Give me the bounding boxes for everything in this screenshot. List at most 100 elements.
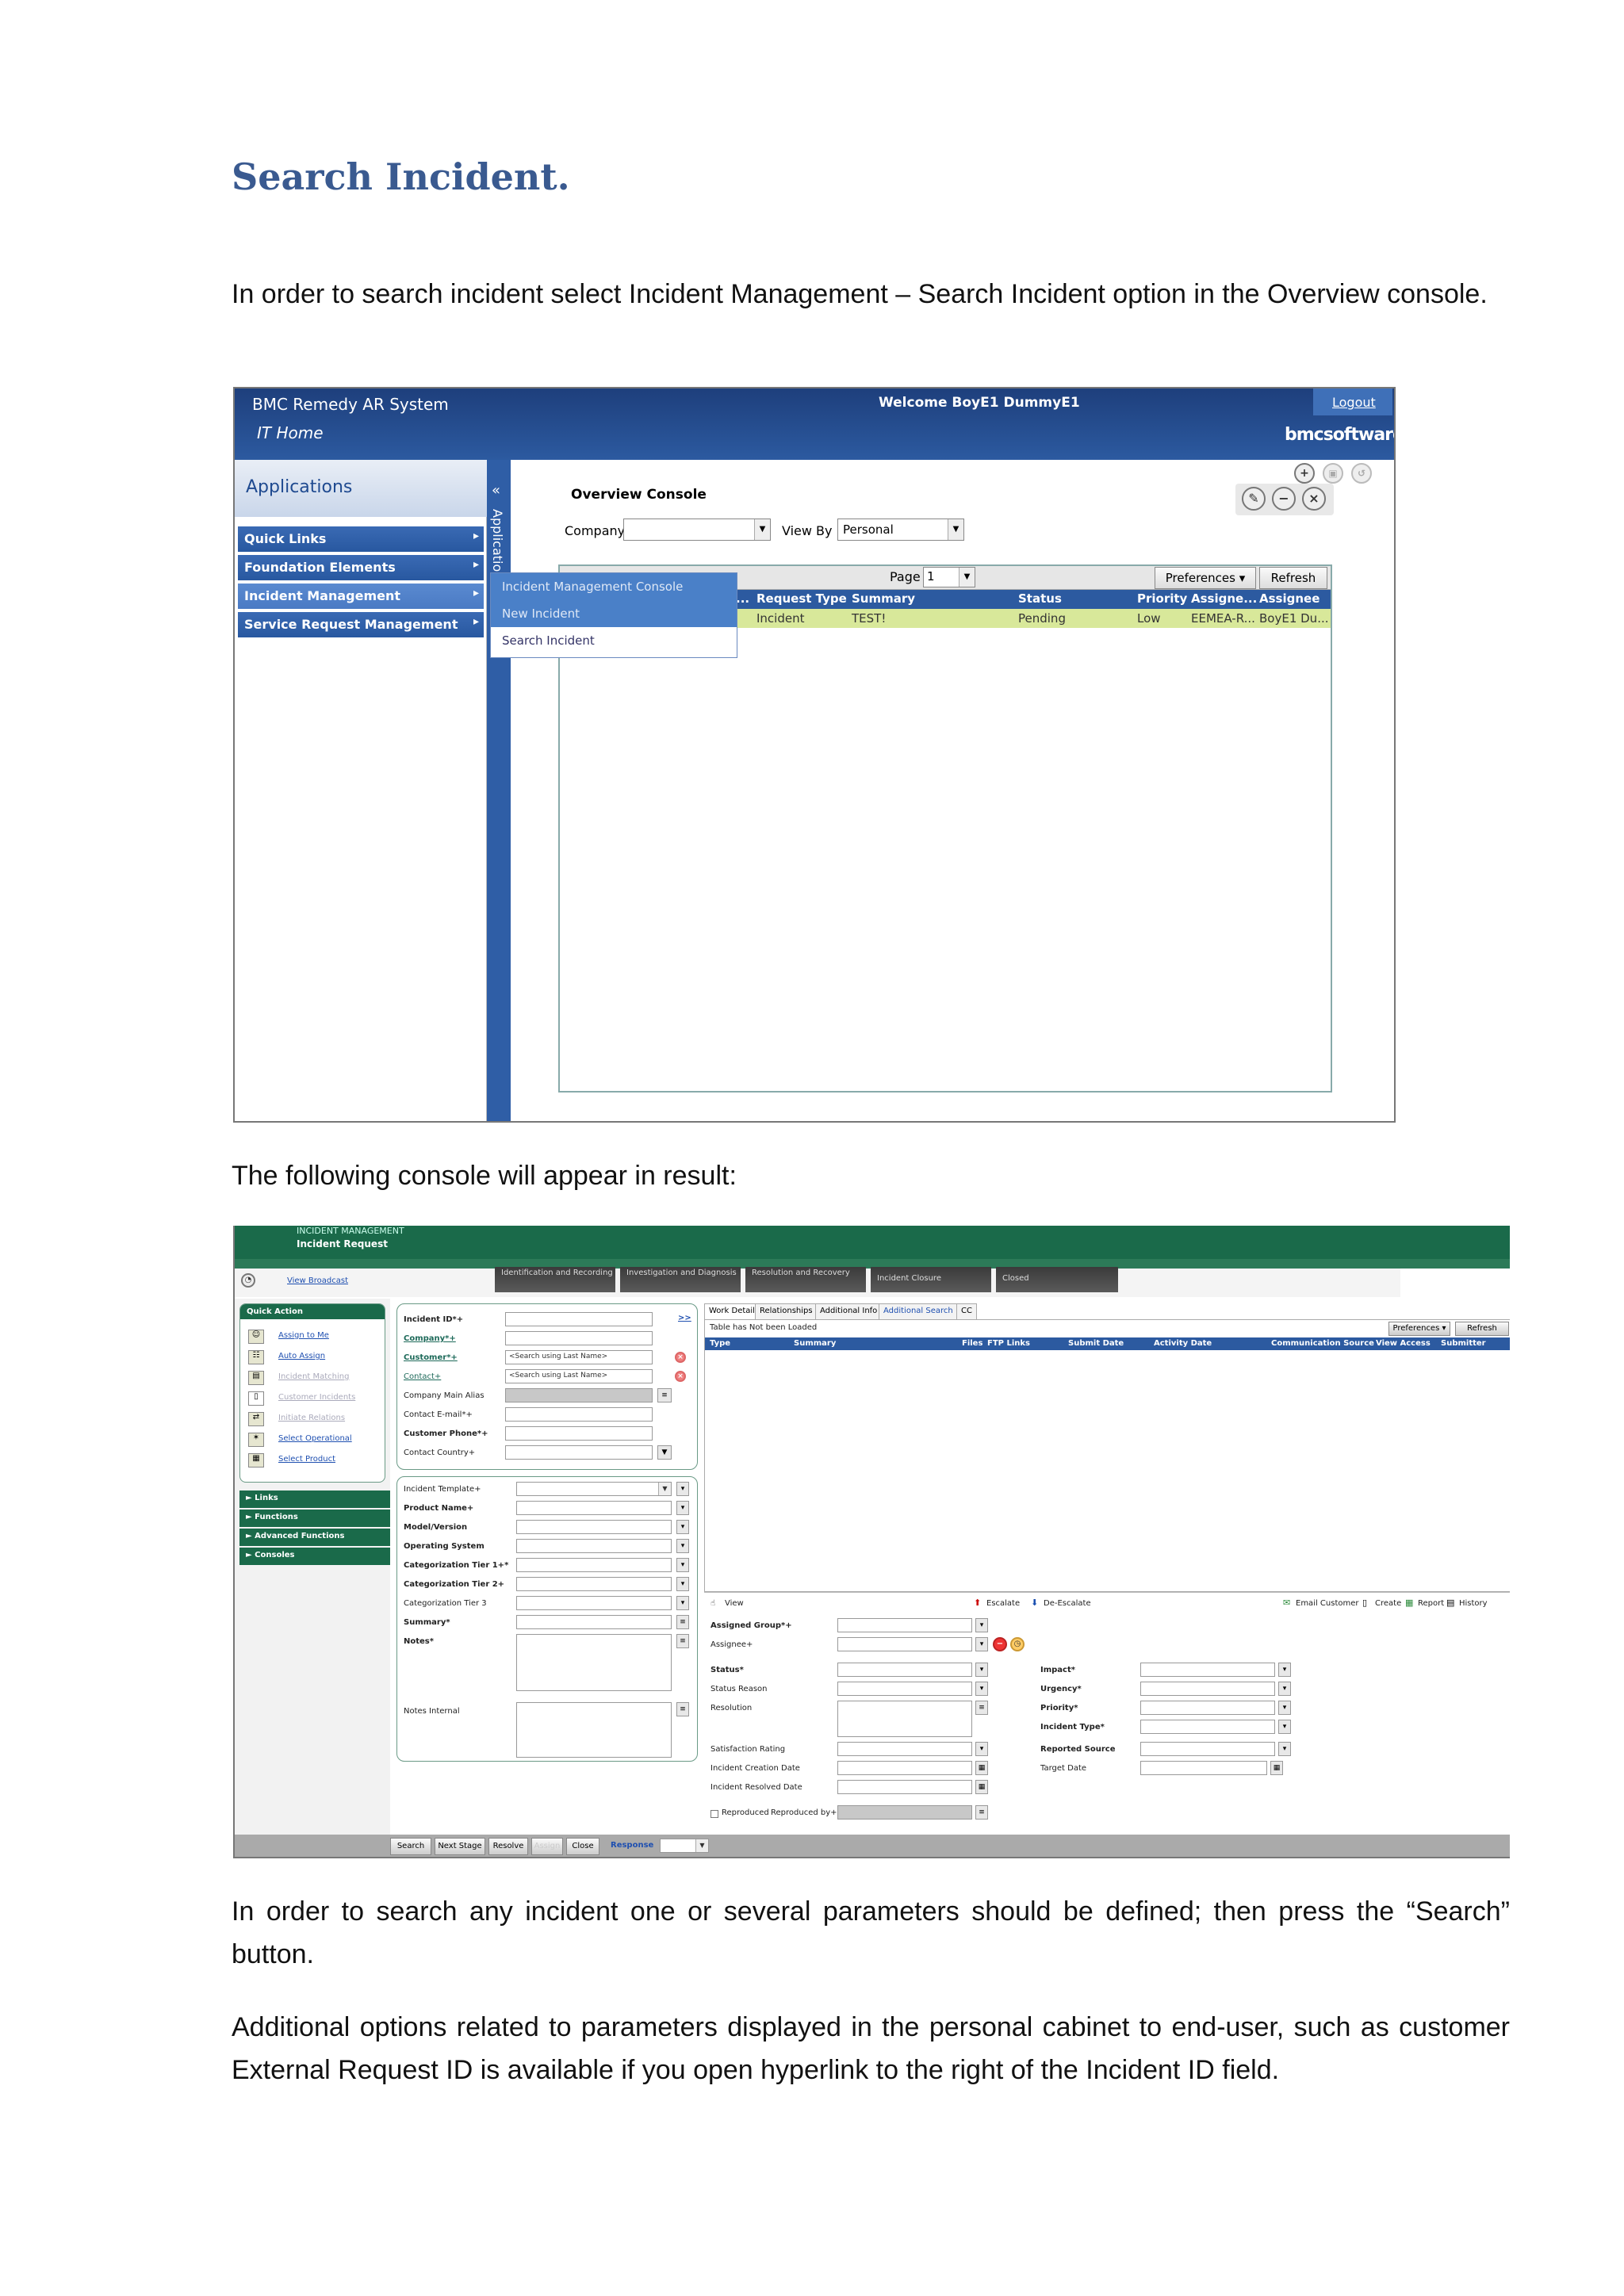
close-button[interactable]: Close (566, 1838, 599, 1855)
chevron-down-icon[interactable]: ▾ (676, 1501, 689, 1515)
chevron-down-icon[interactable]: ▾ (676, 1482, 689, 1496)
list-icon[interactable]: ≡ (657, 1388, 672, 1402)
chevron-down-icon[interactable]: ▾ (1278, 1720, 1291, 1734)
chevron-down-icon[interactable]: ▾ (676, 1558, 689, 1572)
satisfaction-rating-input[interactable] (837, 1742, 972, 1756)
arrow-down-icon[interactable]: ⬇ (1031, 1598, 1038, 1608)
create-icon[interactable]: ▯ (1362, 1598, 1367, 1608)
nav-functions[interactable]: ► Functions (239, 1510, 390, 1527)
submenu-search-incident[interactable]: Search Incident (491, 627, 737, 654)
menu-quick-links[interactable]: Quick Links ▸ (238, 526, 484, 552)
list-icon[interactable]: ≡ (676, 1702, 689, 1716)
edit-icon[interactable]: ✎ (1242, 487, 1266, 511)
refresh-button[interactable]: Refresh (1455, 1322, 1509, 1336)
view-icon[interactable]: ☝ (710, 1599, 715, 1608)
chevron-down-icon[interactable]: ▼ (657, 1445, 672, 1460)
create-link[interactable]: Create (1375, 1599, 1401, 1608)
customer-incidents-link[interactable]: Customer Incidents (278, 1393, 355, 1402)
chevron-down-icon[interactable]: ▾ (676, 1596, 689, 1610)
assigned-group-input[interactable] (837, 1618, 972, 1632)
select-product-link[interactable]: Select Product (278, 1455, 335, 1464)
product-name-input[interactable] (516, 1501, 672, 1515)
email-icon[interactable]: ✉ (1283, 1598, 1290, 1608)
category-tier1-input[interactable] (516, 1558, 672, 1572)
chevron-down-icon[interactable]: ▾ (975, 1663, 988, 1677)
stage-incident-closure[interactable]: Incident Closure (871, 1267, 991, 1292)
chevron-down-icon[interactable]: ▾ (975, 1682, 988, 1696)
clear-contact-icon[interactable]: × (675, 1371, 686, 1382)
report-link[interactable]: Report (1418, 1599, 1444, 1608)
viewby-select[interactable]: Personal ▼ (837, 519, 964, 541)
chevron-down-icon[interactable]: ▾ (1278, 1742, 1291, 1756)
customer-phone-input[interactable] (505, 1426, 653, 1441)
chevron-down-icon[interactable]: ▾ (676, 1539, 689, 1553)
contact-email-input[interactable] (505, 1407, 653, 1422)
incident-id-more-link[interactable]: >> (678, 1314, 691, 1322)
stop-icon[interactable]: − (993, 1637, 1007, 1651)
tab-additional-search[interactable]: Additional Search (879, 1303, 958, 1319)
select-operational-link[interactable]: Select Operational (278, 1434, 352, 1443)
stage-identification[interactable]: Identification and Recording (495, 1267, 615, 1292)
report-icon[interactable]: ▦ (1405, 1598, 1413, 1608)
refresh-button[interactable]: Refresh (1259, 567, 1327, 589)
assignee-input[interactable] (837, 1637, 972, 1651)
resolution-textarea[interactable] (837, 1701, 972, 1737)
save-icon[interactable]: ▣ (1323, 463, 1343, 484)
close-icon[interactable]: × (1302, 487, 1326, 511)
company-select[interactable]: ▼ (623, 519, 771, 541)
logout-link[interactable]: Logout (1332, 395, 1376, 410)
history-link[interactable]: History (1459, 1599, 1488, 1608)
status-reason-input[interactable] (837, 1682, 972, 1696)
impact-input[interactable] (1140, 1663, 1275, 1677)
nav-links[interactable]: ► Links (239, 1490, 390, 1508)
tab-additional-info[interactable]: Additional Info (815, 1303, 883, 1319)
notes-internal-textarea[interactable] (516, 1702, 672, 1758)
search-button[interactable]: Search (390, 1838, 431, 1855)
incident-type-input[interactable] (1140, 1720, 1275, 1734)
incident-matching-link[interactable]: Incident Matching (278, 1372, 349, 1381)
undo-icon[interactable]: ↺ (1351, 463, 1372, 484)
history-icon[interactable]: ▤ (1446, 1598, 1454, 1608)
status-input[interactable] (837, 1663, 972, 1677)
auto-assign-link[interactable]: Auto Assign (278, 1352, 325, 1360)
preferences-button[interactable]: Preferences ▾ (1155, 567, 1256, 589)
nav-consoles[interactable]: ► Consoles (239, 1548, 390, 1565)
response-select[interactable]: ▼ (660, 1839, 709, 1853)
reported-source-input[interactable] (1140, 1742, 1275, 1756)
list-icon[interactable]: ≡ (975, 1701, 988, 1715)
creation-date-input[interactable] (837, 1761, 972, 1775)
operating-system-input[interactable] (516, 1539, 672, 1553)
company-input[interactable] (505, 1331, 653, 1345)
category-tier3-input[interactable] (516, 1596, 672, 1610)
summary-input[interactable] (516, 1615, 672, 1629)
clear-customer-icon[interactable]: × (675, 1352, 686, 1363)
tab-cc[interactable]: CC (956, 1303, 977, 1319)
target-date-input[interactable] (1140, 1761, 1267, 1775)
clock-icon[interactable]: ◷ (1010, 1637, 1025, 1651)
reproduced-checkbox[interactable] (710, 1810, 718, 1818)
assign-to-me-link[interactable]: Assign to Me (278, 1331, 329, 1340)
view-broadcast-link[interactable]: View Broadcast (287, 1276, 348, 1285)
menu-foundation-elements[interactable]: Foundation Elements ▸ (238, 555, 484, 580)
chevron-down-icon[interactable]: ▾ (676, 1520, 689, 1534)
chevron-down-icon[interactable]: ▾ (676, 1577, 689, 1591)
arrow-up-icon[interactable]: ⬆ (974, 1598, 981, 1608)
collapse-icon[interactable]: « (492, 482, 500, 499)
calendar-icon[interactable]: ▦ (975, 1780, 988, 1794)
notes-textarea[interactable] (516, 1634, 672, 1691)
chevron-down-icon[interactable]: ▾ (975, 1618, 988, 1632)
contact-country-input[interactable] (505, 1445, 653, 1460)
model-version-input[interactable] (516, 1520, 672, 1534)
submenu-new-incident[interactable]: New Incident (491, 600, 737, 627)
it-home-label[interactable]: IT Home (257, 423, 324, 442)
incident-template-input[interactable]: ▼ (516, 1482, 672, 1496)
tab-work-detail[interactable]: Work Detail (704, 1303, 760, 1319)
chevron-down-icon[interactable]: ▾ (1278, 1682, 1291, 1696)
chevron-down-icon[interactable]: ▾ (975, 1637, 988, 1651)
stage-closed[interactable]: Closed (996, 1267, 1118, 1292)
page-select[interactable]: 1 ▼ (923, 567, 975, 587)
chevron-down-icon[interactable]: ▾ (975, 1742, 988, 1756)
email-customer-link[interactable]: Email Customer (1296, 1599, 1359, 1608)
stage-resolution[interactable]: Resolution and Recovery (745, 1267, 866, 1292)
menu-incident-management[interactable]: Incident Management ▸ (238, 584, 484, 609)
